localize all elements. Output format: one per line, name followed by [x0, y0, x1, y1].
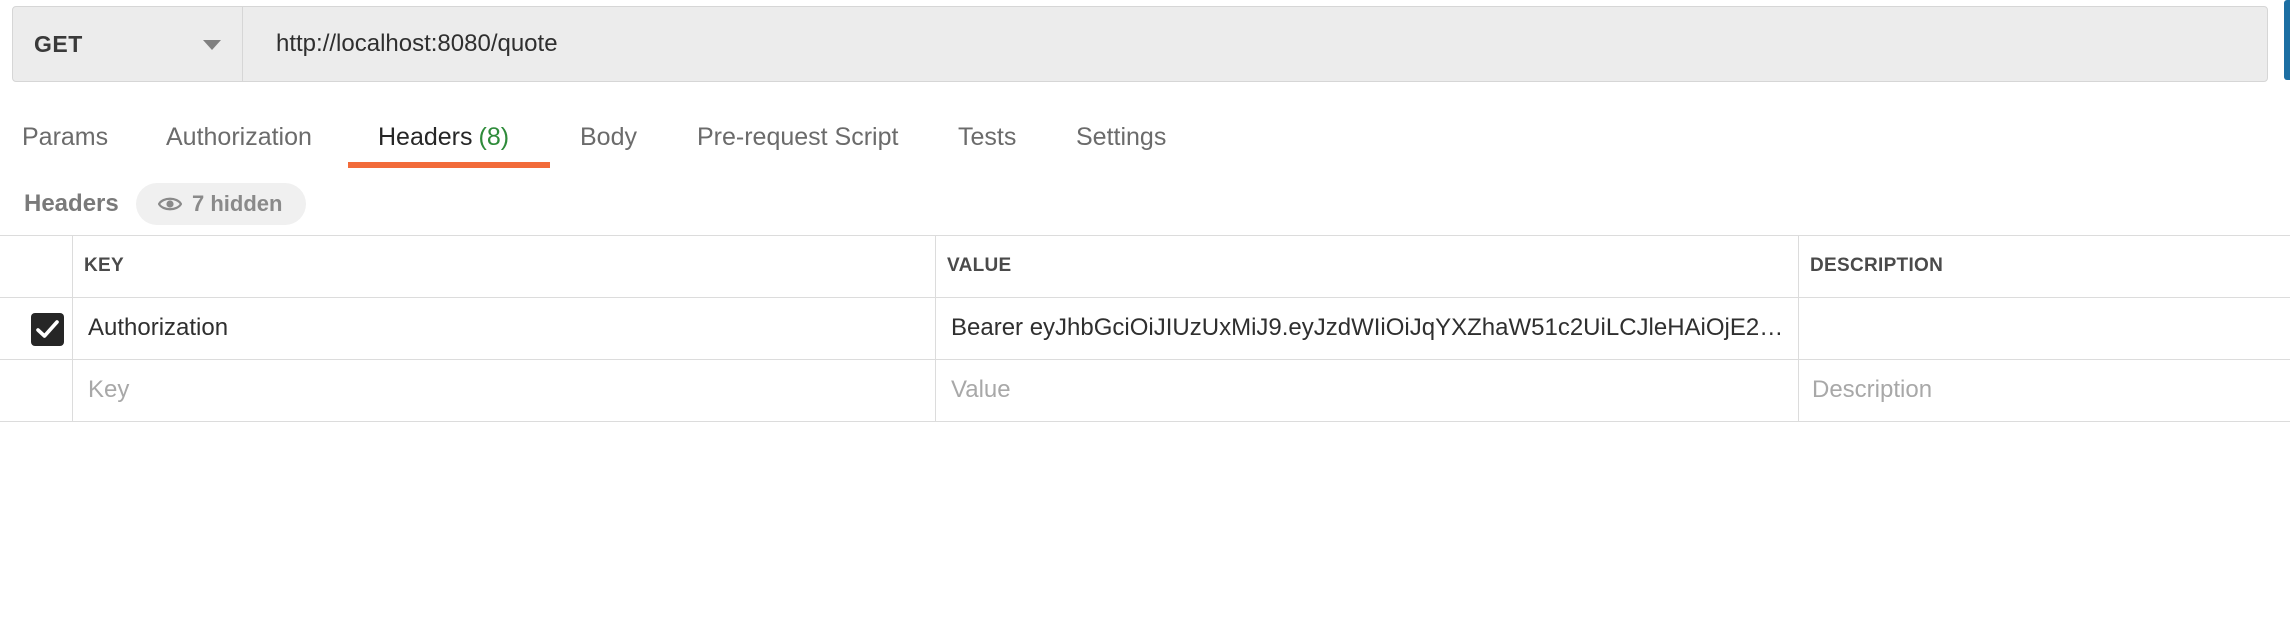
tab-count-badge: (8) — [478, 123, 510, 151]
method-label: GET — [34, 31, 83, 57]
send-button-edge[interactable] — [2284, 0, 2290, 80]
checkmark-icon — [36, 320, 59, 338]
tab-body[interactable]: Body — [580, 112, 637, 172]
header-enabled-checkbox[interactable] — [31, 313, 64, 346]
method-dropdown[interactable]: GET — [13, 7, 243, 81]
column-divider — [72, 235, 73, 422]
tab-label: Params — [22, 123, 109, 151]
tab-label: Body — [580, 123, 637, 151]
header-key-cell[interactable]: Authorization — [88, 297, 928, 359]
tab-authorization[interactable]: Authorization — [166, 112, 312, 172]
column-header-key: KEY — [84, 255, 124, 276]
eye-icon — [158, 197, 182, 211]
tab-settings[interactable]: Settings — [1076, 112, 1166, 172]
new-value-input[interactable]: Value — [951, 359, 1786, 421]
tab-label: Headers — [378, 123, 473, 151]
header-value-cell[interactable]: Bearer eyJhbGciOiJIUzUxMiJ9.eyJzdWIiOiJq… — [951, 297, 1786, 359]
hidden-headers-label: 7 hidden — [192, 191, 283, 216]
chevron-down-icon — [203, 40, 221, 50]
table-divider — [0, 421, 2290, 422]
column-divider — [935, 235, 936, 422]
column-header-description: DESCRIPTION — [1810, 255, 1944, 276]
tab-label: Tests — [958, 123, 1017, 151]
hidden-headers-toggle[interactable]: 7 hidden — [136, 183, 306, 225]
tab-label: Pre-request Script — [697, 123, 899, 151]
tab-params[interactable]: Params — [22, 112, 108, 172]
request-url-bar: GET — [12, 6, 2268, 82]
request-tabs: Params Authorization Headers (8) Body Pre… — [0, 112, 1200, 172]
header-description-cell[interactable] — [1812, 297, 2282, 359]
tab-label: Settings — [1076, 123, 1167, 151]
table-divider — [0, 235, 2290, 236]
tab-label: Authorization — [166, 123, 312, 151]
headers-section-title: Headers — [24, 190, 119, 217]
new-key-input[interactable]: Key — [88, 359, 928, 421]
url-input[interactable] — [244, 7, 2264, 81]
column-divider — [1798, 235, 1799, 422]
tab-pre-request-script[interactable]: Pre-request Script — [697, 112, 898, 172]
active-tab-indicator — [348, 162, 550, 168]
new-description-input[interactable]: Description — [1812, 359, 2282, 421]
column-header-value: VALUE — [947, 255, 1012, 276]
headers-table: KEY VALUE DESCRIPTION Authorization Bear… — [0, 235, 2290, 422]
request-editor: GET Params Authorization Headers(8) Body… — [0, 0, 2290, 626]
tab-tests[interactable]: Tests — [958, 112, 1016, 172]
